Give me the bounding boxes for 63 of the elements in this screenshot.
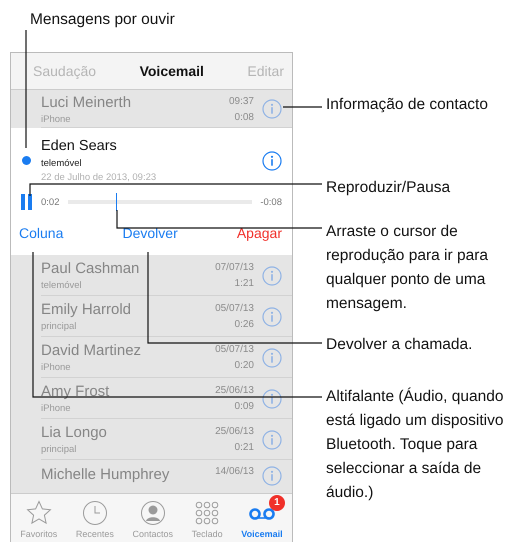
message-date: 22 de Julho de 2013, 09:23 <box>41 172 158 183</box>
callout-label: Mensagens por ouvir <box>30 10 176 30</box>
message-duration: 0:21 <box>234 442 254 453</box>
tab[interactable]: Favoritos <box>20 499 58 539</box>
caller-name: Lia Longo <box>41 424 108 441</box>
callout-label: Reproduzir/Pausa <box>326 178 452 198</box>
callout-label: Altifalante (Áudio, quando está ligado um dispositivo Bluetooth. Toque para seleccionar a saída de áudio.) <box>326 386 505 503</box>
message-duration: 0:26 <box>234 319 254 330</box>
message-duration: 1:21 <box>234 278 254 289</box>
message-duration: 0:20 <box>234 360 254 371</box>
keypad-icon <box>194 500 220 526</box>
caller-name: Paul Cashman <box>41 260 140 277</box>
action-button[interactable]: Apagar <box>236 225 282 241</box>
message-time: 05/07/13 <box>215 344 254 355</box>
message-row[interactable]: Lia Longo principal 25/06/13 0:21 <box>11 419 292 460</box>
caller-name: David Martinez <box>41 342 142 359</box>
message-duration: 0:09 <box>234 401 254 412</box>
caller-name: Michelle Humphrey <box>41 466 170 483</box>
badge: 1 <box>268 495 285 511</box>
message-time: 25/06/13 <box>215 385 254 396</box>
voicemail-icon <box>248 505 276 521</box>
phone-type: iPhone <box>41 362 72 373</box>
caller-name: Luci Meinerth <box>41 94 132 110</box>
phone-type: iPhone <box>41 114 72 124</box>
message-time: 09:37 <box>228 96 254 106</box>
message-time: 05/07/13 <box>215 303 254 314</box>
message-time: 07/07/13 <box>215 262 254 273</box>
message-time: 14/06/13 <box>215 466 254 477</box>
message-row[interactable]: Paul Cashman telemóvel 07/07/13 1:21 <box>11 255 292 296</box>
message-row[interactable]: Luci Meinerth iPhone 09:37 0:08 <box>11 90 292 128</box>
message-row[interactable]: David Martinez iPhone 05/07/13 0:20 <box>11 337 292 378</box>
message-row[interactable]: Michelle Humphrey 14/06/13 <box>11 460 292 493</box>
message-row[interactable]: Emily Harrold principal 05/07/13 0:26 <box>11 296 292 337</box>
greeting-button[interactable]: Saudação <box>33 63 96 79</box>
message-row[interactable]: Amy Frost iPhone 25/06/13 0:09 <box>11 378 292 419</box>
phone-type: iPhone <box>41 403 72 414</box>
clock-icon <box>82 500 108 526</box>
pause-icon[interactable] <box>21 194 33 210</box>
leader-line <box>283 106 322 108</box>
action-button[interactable]: Devolver <box>122 225 178 241</box>
action-button[interactable]: Coluna <box>19 225 64 241</box>
message-time: 25/06/13 <box>215 426 254 437</box>
phone-type: telemóvel <box>41 158 83 169</box>
callout-label: Devolver a chamada. <box>326 335 474 355</box>
callout-label: Informação de contacto <box>326 95 489 115</box>
callout-label: Arraste o cursor de reprodução para ir para qualquer ponto de uma mensagem. <box>326 222 489 314</box>
caller-name: Amy Frost <box>41 383 110 400</box>
phone-type: principal <box>41 321 78 332</box>
elapsed-time: 0:02 <box>41 196 60 208</box>
person-icon <box>140 500 166 526</box>
caller-name: Eden Sears <box>41 138 118 154</box>
remaining-time: -0:08 <box>260 196 282 208</box>
message-duration: 0:08 <box>234 112 254 122</box>
phone-type: principal <box>41 444 78 455</box>
phone-type: telemóvel <box>41 280 83 291</box>
screen-title: Voicemail <box>140 63 204 79</box>
star-icon <box>26 500 52 526</box>
tab[interactable]: Contactos <box>132 499 174 539</box>
tab[interactable]: Recentes <box>76 499 114 539</box>
tab[interactable]: Teclado <box>192 499 223 539</box>
info-icon[interactable] <box>262 388 282 408</box>
caller-name: Emily Harrold <box>41 301 132 318</box>
edit-button[interactable]: Editar <box>247 63 284 79</box>
